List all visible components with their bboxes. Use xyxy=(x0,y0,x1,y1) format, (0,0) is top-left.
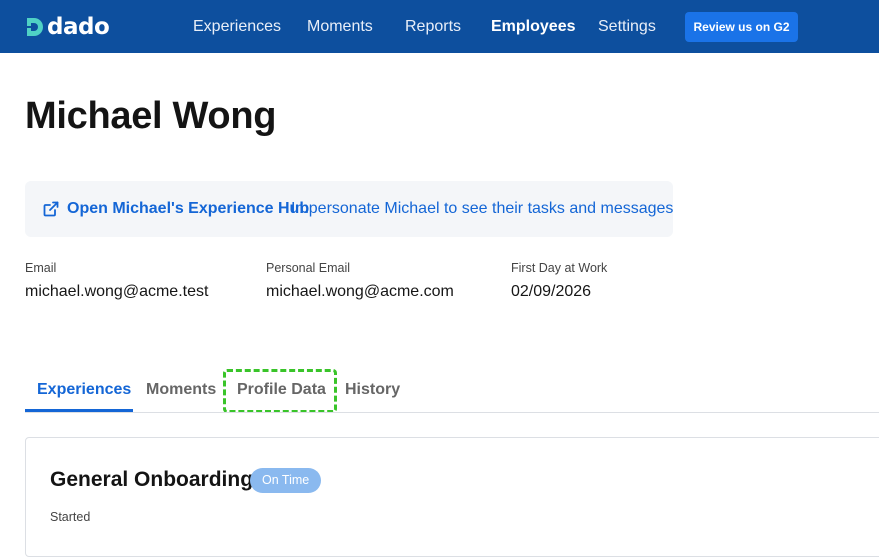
tab-experiences[interactable]: Experiences xyxy=(37,380,131,400)
open-experience-hub-link[interactable]: Open Michael's Experience Hub xyxy=(67,199,309,219)
personal-email-value: michael.wong@acme.com xyxy=(266,283,454,300)
email-label: Email xyxy=(25,261,57,275)
top-nav-bar: dado Experiences Moments Reports Employe… xyxy=(0,0,879,53)
page-title: Michael Wong xyxy=(25,95,277,137)
experience-card[interactable]: General Onboarding On Time Started xyxy=(25,437,879,557)
personal-email-label: Personal Email xyxy=(266,261,351,275)
status-badge: On Time xyxy=(250,468,322,493)
tab-moments[interactable]: Moments xyxy=(146,380,216,400)
email-field: Email michael.wong@acme.test xyxy=(25,260,208,302)
first-day-field: First Day at Work 02/09/2026 xyxy=(511,260,607,302)
experience-title: General Onboarding xyxy=(50,468,254,491)
tab-history[interactable]: History xyxy=(345,380,400,400)
started-label: Started xyxy=(50,510,91,524)
review-on-g2-button[interactable]: Review us on G2 xyxy=(685,12,798,42)
tab-divider xyxy=(25,412,879,413)
brand-name: dado xyxy=(47,14,110,40)
impersonate-description[interactable]: Impersonate Michael to see their tasks a… xyxy=(291,199,673,219)
first-day-label: First Day at Work xyxy=(511,261,608,275)
nav-employees[interactable]: Employees xyxy=(491,17,575,37)
nav-moments[interactable]: Moments xyxy=(307,17,373,37)
external-link-icon[interactable] xyxy=(43,201,59,217)
experience-hub-banner: Open Michael's Experience Hub Impersonat… xyxy=(25,181,673,237)
nav-settings[interactable]: Settings xyxy=(598,17,656,37)
first-day-value: 02/09/2026 xyxy=(511,283,592,300)
email-value: michael.wong@acme.test xyxy=(25,283,209,300)
brand-logo[interactable]: dado xyxy=(25,14,110,40)
personal-email-field: Personal Email michael.wong@acme.com xyxy=(266,260,454,302)
focus-outline xyxy=(223,369,337,413)
dado-logo-icon xyxy=(25,17,43,37)
nav-experiences[interactable]: Experiences xyxy=(193,17,281,37)
nav-reports[interactable]: Reports xyxy=(405,17,461,37)
